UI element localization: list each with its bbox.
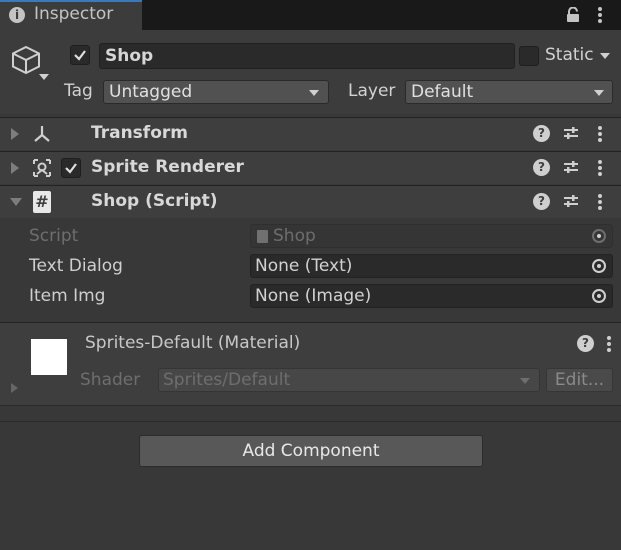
- component-menu-icon[interactable]: [597, 159, 603, 177]
- item-img-value: None (Image): [255, 286, 372, 306]
- icon-dropdown-arrow-icon[interactable]: [39, 74, 49, 80]
- static-label: Static: [545, 45, 594, 65]
- tab-inspector[interactable]: i Inspector: [0, 0, 142, 30]
- help-icon[interactable]: ?: [577, 335, 594, 352]
- object-name-field[interactable]: Shop: [99, 43, 515, 69]
- layer-label: Layer: [348, 81, 396, 101]
- text-dialog-label: Text Dialog: [29, 256, 123, 276]
- tag-value: Untagged: [109, 82, 193, 102]
- shader-label: Shader: [80, 370, 141, 390]
- chevron-down-icon: [594, 90, 604, 96]
- tab-menu-icon[interactable]: [597, 6, 603, 24]
- lock-icon[interactable]: [566, 6, 580, 22]
- tab-label: Inspector: [34, 4, 114, 24]
- section-divider: [0, 421, 621, 422]
- item-img-field[interactable]: None (Image): [250, 284, 613, 308]
- chevron-down-icon: [520, 378, 530, 384]
- static-checkbox[interactable]: [519, 46, 539, 66]
- object-name-text: Shop: [105, 46, 154, 66]
- gameobject-icon: [10, 44, 42, 76]
- chevron-down-icon: [309, 90, 319, 96]
- sprite-renderer-enabled-checkbox[interactable]: [61, 158, 81, 178]
- object-picker-icon[interactable]: [592, 289, 606, 303]
- section-divider: [0, 405, 621, 406]
- static-dropdown-arrow-icon[interactable]: [600, 53, 610, 59]
- tag-dropdown[interactable]: Untagged: [103, 80, 329, 104]
- component-header-shop-script[interactable]: # Shop (Script) ?: [0, 185, 621, 218]
- script-file-icon: [257, 230, 268, 243]
- foldout-arrow-open-icon[interactable]: [10, 198, 22, 206]
- presets-icon[interactable]: [563, 159, 579, 175]
- presets-icon[interactable]: [563, 193, 579, 209]
- component-title: Transform: [91, 123, 188, 143]
- material-foldout-icon[interactable]: [11, 383, 18, 393]
- help-icon[interactable]: ?: [533, 125, 550, 142]
- add-component-label: Add Component: [242, 441, 380, 461]
- component-menu-icon[interactable]: [597, 193, 603, 211]
- material-preview: [31, 339, 67, 375]
- edit-shader-label: Edit...: [554, 370, 605, 390]
- info-icon: i: [9, 7, 25, 23]
- transform-icon: [31, 123, 53, 145]
- presets-icon[interactable]: [563, 125, 579, 141]
- text-dialog-value: None (Text): [255, 256, 353, 276]
- foldout-arrow-icon[interactable]: [11, 128, 19, 140]
- text-dialog-field[interactable]: None (Text): [250, 254, 613, 278]
- material-section: Sprites-Default (Material) ? Shader Spri…: [0, 322, 621, 406]
- object-picker-icon: [592, 229, 606, 243]
- layer-value: Default: [411, 82, 474, 102]
- script-property-value: Shop: [273, 226, 316, 246]
- help-icon[interactable]: ?: [533, 193, 550, 210]
- object-picker-icon[interactable]: [592, 259, 606, 273]
- edit-shader-button[interactable]: Edit...: [546, 368, 613, 392]
- tag-label: Tag: [64, 81, 93, 101]
- script-property-label: Script: [29, 226, 79, 246]
- component-header-sprite-renderer[interactable]: Sprite Renderer ?: [0, 151, 621, 184]
- item-img-label: Item Img: [29, 286, 106, 306]
- help-icon[interactable]: ?: [533, 159, 550, 176]
- component-title: Shop (Script): [91, 191, 218, 211]
- script-object-field: Shop: [250, 224, 613, 248]
- material-menu-icon[interactable]: [606, 335, 612, 353]
- foldout-arrow-icon[interactable]: [11, 162, 19, 174]
- shader-value: Sprites/Default: [163, 370, 291, 390]
- active-checkbox[interactable]: [70, 45, 90, 65]
- material-title: Sprites-Default (Material): [85, 333, 301, 353]
- component-menu-icon[interactable]: [597, 125, 603, 143]
- script-icon: #: [33, 191, 51, 213]
- add-component-button[interactable]: Add Component: [139, 435, 483, 467]
- component-header-transform[interactable]: Transform ?: [0, 117, 621, 150]
- sprite-renderer-icon: [32, 158, 52, 178]
- component-title: Sprite Renderer: [91, 157, 244, 177]
- layer-dropdown[interactable]: Default: [405, 80, 613, 104]
- shader-dropdown: Sprites/Default: [158, 368, 540, 392]
